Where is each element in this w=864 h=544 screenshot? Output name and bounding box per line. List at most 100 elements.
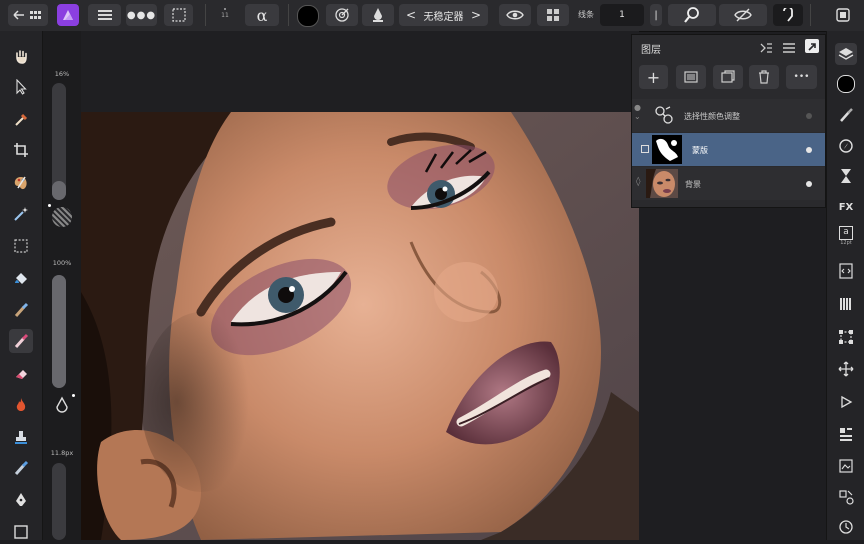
group-button[interactable] — [676, 65, 706, 89]
selection-brush-tool[interactable] — [9, 298, 33, 322]
brush-slider-panel: 16% 100% 11.8px — [43, 31, 81, 540]
navigator-icon[interactable] — [835, 135, 857, 157]
flow-slider[interactable] — [52, 275, 66, 388]
back-button[interactable] — [8, 4, 48, 26]
hand-tool[interactable] — [9, 44, 33, 68]
marquee-tool[interactable] — [9, 234, 33, 258]
color-swatch[interactable] — [297, 5, 319, 27]
code-icon[interactable] — [835, 260, 857, 282]
layer-row[interactable]: ● ⌄ 选择性颜色调整 — [632, 99, 825, 132]
layer-row[interactable]: ◊ 背景 — [632, 167, 825, 200]
layer-name: 选择性颜色调整 — [684, 112, 740, 121]
personas-button[interactable] — [832, 4, 854, 26]
stroke-width-value: 1 — [619, 10, 625, 20]
chevron-down-icon[interactable]: ● ⌄ — [634, 103, 641, 121]
bucket-icon — [15, 273, 27, 284]
hand-icon — [16, 50, 27, 64]
play-icon[interactable] — [835, 391, 857, 413]
wet-edges-button[interactable] — [362, 4, 394, 26]
visibility-dot[interactable] — [806, 181, 812, 187]
paint-brush-tool[interactable] — [9, 329, 33, 353]
assets-icon[interactable] — [835, 486, 857, 508]
text-style-glyph: a — [839, 226, 853, 240]
right-studio-bar: FX a 12pt — [826, 31, 864, 540]
stroke-width-field[interactable]: 1 — [600, 4, 644, 26]
stabilizer-next-button[interactable]: > — [471, 8, 481, 22]
fx-icon[interactable]: FX — [835, 196, 857, 218]
quick-mask-button[interactable] — [719, 4, 767, 26]
transform-icon[interactable] — [835, 326, 857, 348]
color-picker-tool[interactable] — [9, 107, 33, 131]
erase-tool[interactable] — [9, 361, 33, 385]
selection-brush-icon — [14, 302, 29, 317]
layers-panel-title: 图层 — [641, 45, 661, 56]
snapping-button[interactable] — [773, 4, 803, 26]
square-outline-icon — [14, 525, 28, 539]
photo-thumbnail — [646, 169, 678, 198]
snapping-icon[interactable] — [835, 423, 857, 445]
clock-icon[interactable] — [835, 516, 857, 538]
duplicate-button[interactable] — [713, 65, 743, 89]
zoom-button[interactable] — [668, 4, 716, 26]
magic-wand-icon — [14, 207, 28, 221]
visibility-dot[interactable] — [806, 113, 812, 119]
opacity-slider[interactable] — [52, 83, 66, 200]
stabilizer-prev-button[interactable]: < — [406, 8, 416, 22]
size-slider[interactable] — [52, 463, 66, 540]
lock-icon[interactable]: ◊ — [636, 177, 640, 187]
pressure-grid-icon — [547, 9, 559, 21]
alpha-icon: α — [256, 5, 268, 25]
magnet-icon — [783, 8, 793, 22]
clone-tool[interactable] — [9, 425, 33, 449]
visibility-dot[interactable] — [806, 147, 812, 153]
fill-tool[interactable] — [9, 267, 33, 291]
brush-icon — [14, 333, 29, 348]
canvas-background — [81, 31, 639, 112]
text-style-icon[interactable]: a 12pt — [835, 225, 857, 247]
visibility-button[interactable] — [499, 4, 531, 26]
layers-icon[interactable] — [835, 43, 857, 65]
brush-size-indicator[interactable]: 11 — [217, 6, 233, 26]
list-icon[interactable] — [782, 40, 796, 54]
stock-icon[interactable] — [835, 455, 857, 477]
burn-tool[interactable] — [9, 393, 33, 417]
text-style-caption: 12pt — [840, 240, 852, 246]
more-button[interactable]: ••• — [786, 65, 817, 89]
more-button[interactable]: ●●● — [126, 4, 157, 26]
stamp-icon — [15, 431, 27, 444]
stroke-width-stepper[interactable]: | — [650, 4, 662, 26]
brush-studio-icon[interactable] — [835, 104, 857, 126]
back-arrow-icon — [13, 10, 41, 20]
document-canvas[interactable] — [81, 112, 639, 540]
stabilizer-label: 无稳定器 — [423, 11, 464, 23]
stabilizer-select[interactable]: < 无稳定器 > — [399, 4, 488, 26]
selection-button[interactable] — [164, 4, 193, 26]
delete-button[interactable] — [749, 65, 779, 89]
pen-tool[interactable] — [9, 488, 33, 512]
hamburger-menu-button[interactable] — [88, 4, 121, 26]
move-tool[interactable] — [9, 75, 33, 99]
layer-row-selected[interactable]: 蒙版 — [632, 133, 825, 166]
add-layer-button[interactable]: + — [639, 65, 668, 89]
brush-options-button[interactable] — [326, 4, 358, 26]
dashed-square-icon — [14, 239, 28, 253]
paint-mixer-tool[interactable] — [9, 171, 33, 195]
color-icon[interactable] — [835, 73, 857, 95]
trash-icon — [759, 70, 769, 84]
pressure-button[interactable] — [537, 4, 569, 26]
bandage-icon — [14, 460, 29, 475]
app-menu-button[interactable] — [57, 4, 79, 26]
persona-square-icon — [836, 8, 850, 22]
pin-icon[interactable] — [805, 39, 819, 53]
history-icon[interactable] — [835, 165, 857, 187]
crop-tool[interactable] — [9, 138, 33, 162]
channels-icon[interactable] — [835, 293, 857, 315]
alpha-button[interactable]: α — [245, 4, 279, 26]
water-drop-icon[interactable] — [54, 396, 70, 416]
move-icon[interactable] — [835, 358, 857, 380]
healing-tool[interactable] — [9, 456, 33, 480]
texture-circle-icon[interactable] — [52, 207, 72, 227]
magic-wand-tool[interactable] — [9, 202, 33, 226]
shape-tool[interactable] — [9, 520, 33, 544]
expand-panel-icon[interactable] — [759, 40, 773, 54]
